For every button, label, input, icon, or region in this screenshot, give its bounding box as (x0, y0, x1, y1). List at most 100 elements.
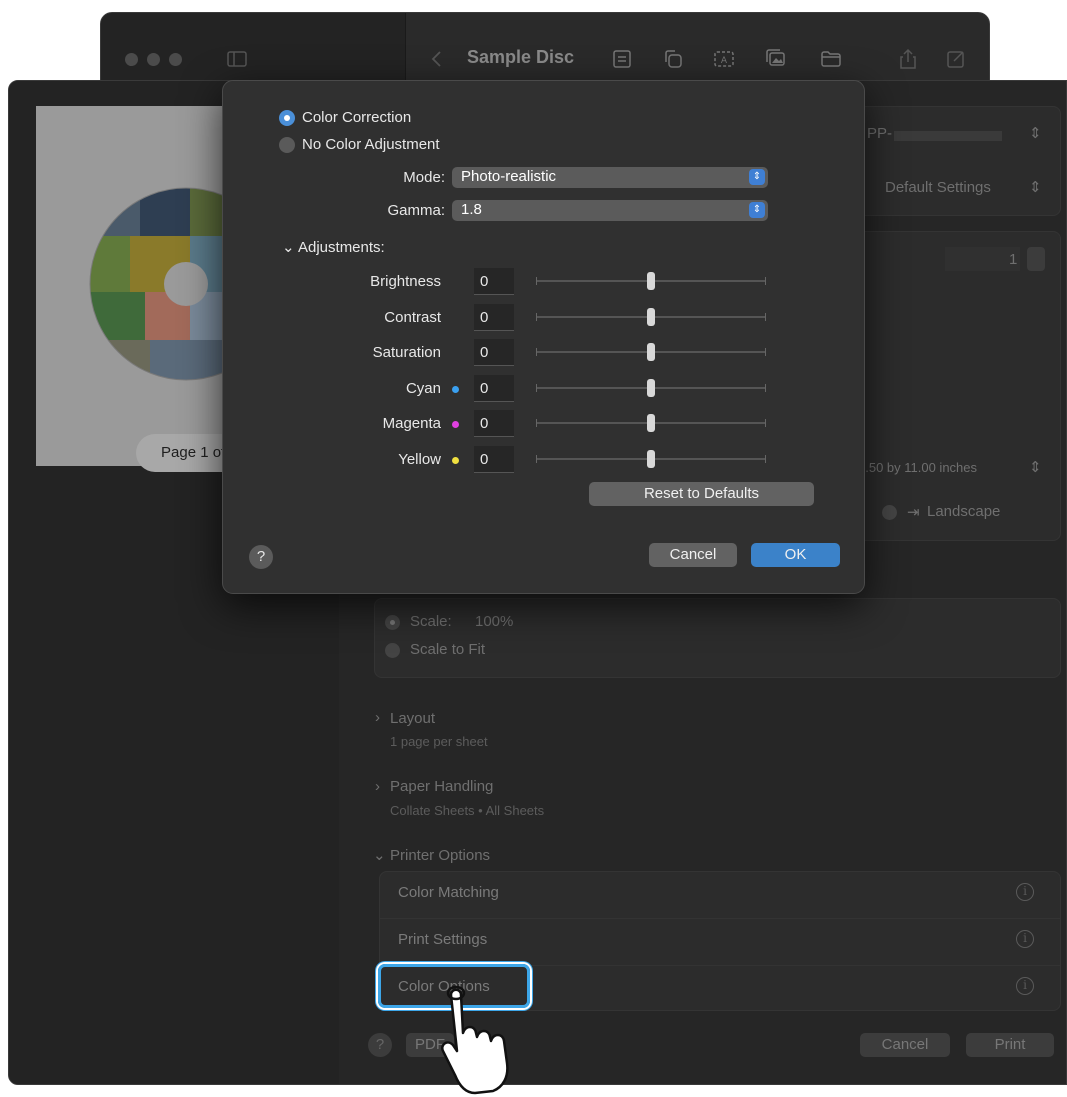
sidebar-icon[interactable] (225, 47, 249, 71)
layout-summary: 1 page per sheet (390, 734, 488, 749)
presets-select[interactable]: Default Settings (885, 179, 991, 196)
share-icon[interactable] (896, 47, 920, 71)
separator (380, 918, 1060, 919)
scale-field[interactable]: 100% (475, 613, 513, 630)
printer-options-disclosure-icon[interactable]: ⌄ (373, 846, 386, 864)
magenta-slider-end-tick (765, 419, 766, 427)
paper-size-select[interactable]: 8.50 by 11.00 inches (858, 460, 977, 475)
contrast-slider-thumb[interactable] (647, 307, 655, 326)
no-color-adjustment-label: No Color Adjustment (302, 136, 440, 153)
folder-icon[interactable] (819, 47, 843, 71)
paper-size-arrows-icon[interactable]: ⇕ (1029, 458, 1042, 476)
orientation-landscape-label: Landscape (927, 503, 1001, 520)
color-options-dialog: Color Correction No Color Adjustment Mod… (222, 80, 865, 594)
landscape-icon: ⇥ (907, 504, 920, 521)
paper-handling-section-title[interactable]: Paper Handling (390, 778, 493, 795)
contrast-slider-end-tick (765, 312, 766, 321)
color-correction-radio[interactable] (279, 110, 295, 126)
dialog-ok-button[interactable]: OK (751, 543, 840, 567)
adjustments-disclosure-icon[interactable]: ⌄ (282, 238, 295, 256)
gamma-select[interactable]: 1.8 ⇕ (452, 200, 768, 221)
copies-field[interactable]: 1 (1009, 251, 1017, 268)
orientation-landscape-radio[interactable] (882, 505, 897, 520)
reset-to-defaults-button[interactable]: Reset to Defaults (589, 482, 814, 506)
presets-select-arrows-icon[interactable]: ⇕ (1029, 178, 1042, 196)
yellow-field[interactable]: 0 (474, 445, 514, 473)
adjustments-label: Adjustments: (298, 239, 385, 256)
paper-handling-disclosure-icon[interactable]: › (375, 778, 380, 795)
scale-to-fit-radio[interactable] (385, 643, 400, 658)
paper-handling-summary: Collate Sheets • All Sheets (390, 803, 545, 818)
layout-disclosure-icon[interactable]: › (375, 709, 380, 726)
brightness-slider-end-tick (765, 277, 766, 285)
scale-to-fit-label: Scale to Fit (410, 641, 486, 658)
contrast-label: Contrast (384, 308, 441, 326)
color-matching-info-icon[interactable]: i (1016, 883, 1034, 901)
list-icon[interactable] (610, 47, 634, 71)
brightness-label: Brightness (370, 273, 441, 290)
yellow-slider-thumb[interactable] (647, 449, 655, 468)
print-cancel-button[interactable]: Cancel (860, 1033, 950, 1057)
color-options-info-icon[interactable]: i (1016, 977, 1034, 995)
contrast-field[interactable]: 0 (474, 303, 514, 331)
cyan-color-dot (452, 385, 459, 393)
yellow-slider-end-tick (536, 454, 537, 463)
printer-options-section-title[interactable]: Printer Options (390, 847, 490, 864)
edit-icon[interactable] (944, 47, 968, 71)
copies-stepper[interactable] (1027, 247, 1045, 271)
printer-select-arrows-icon[interactable]: ⇕ (1029, 124, 1042, 142)
saturation-label: Saturation (372, 344, 441, 361)
magenta-slider-end-tick (536, 419, 537, 427)
mode-select[interactable]: Photo-realistic ⇕ (452, 167, 768, 188)
magenta-field[interactable]: 0 (474, 410, 514, 437)
minimize-window-button[interactable] (147, 53, 160, 66)
dialog-help-button[interactable]: ? (249, 545, 273, 569)
text-box-icon[interactable]: A (712, 47, 736, 71)
magenta-color-dot (452, 421, 459, 428)
magenta-slider-thumb[interactable] (647, 414, 655, 432)
gamma-value: 1.8 (461, 201, 482, 218)
scale-radio[interactable] (385, 615, 400, 630)
print-help-button[interactable]: ? (368, 1033, 392, 1057)
printer-presets-box: PP- ⇕ Default Settings ⇕ (854, 106, 1061, 216)
color-matching-item[interactable]: Color Matching (398, 884, 499, 901)
scale-label: Scale: (410, 613, 452, 630)
saturation-field[interactable]: 0 (474, 339, 514, 366)
app-title: Sample Disc (467, 47, 575, 67)
print-button[interactable]: Print (966, 1033, 1054, 1057)
magenta-label: Magenta (382, 415, 441, 432)
yellow-slider-end-tick (765, 454, 766, 463)
cyan-slider-thumb[interactable] (647, 378, 655, 397)
saturation-slider-end-tick (536, 348, 537, 356)
yellow-color-dot (452, 456, 459, 464)
printer-select[interactable]: PP- (867, 125, 892, 142)
cyan-slider-end-tick (765, 383, 766, 392)
layout-section-title[interactable]: Layout (390, 710, 435, 727)
close-window-button[interactable] (125, 53, 138, 66)
print-settings-item[interactable]: Print Settings (398, 931, 487, 948)
back-chevron-icon[interactable] (425, 47, 449, 71)
gamma-select-arrows-icon: ⇕ (749, 202, 765, 218)
brightness-field[interactable]: 0 (474, 268, 514, 295)
brightness-slider-thumb[interactable] (647, 272, 655, 290)
yellow-label: Yellow (398, 450, 441, 468)
mode-select-arrows-icon: ⇕ (749, 169, 765, 185)
cyan-label: Cyan (405, 379, 441, 397)
saturation-slider-thumb[interactable] (647, 343, 655, 361)
print-settings-info-icon[interactable]: i (1016, 930, 1034, 948)
no-color-adjustment-radio[interactable] (279, 137, 295, 153)
mode-value: Photo-realistic (461, 168, 557, 185)
contrast-slider-end-tick (536, 312, 537, 321)
printer-name-redacted (894, 131, 1002, 141)
dialog-cancel-button[interactable]: Cancel (649, 543, 737, 567)
brightness-slider-end-tick (536, 277, 537, 285)
pointing-hand-icon (441, 985, 509, 1095)
gamma-label: Gamma: (387, 202, 445, 219)
copy-icon[interactable] (661, 47, 685, 71)
cyan-field[interactable]: 0 (474, 374, 514, 402)
disc-image (89, 187, 236, 381)
svg-text:A: A (721, 56, 728, 66)
photos-icon[interactable] (764, 47, 788, 71)
zoom-window-button[interactable] (169, 53, 182, 66)
cyan-slider-end-tick (536, 383, 537, 392)
